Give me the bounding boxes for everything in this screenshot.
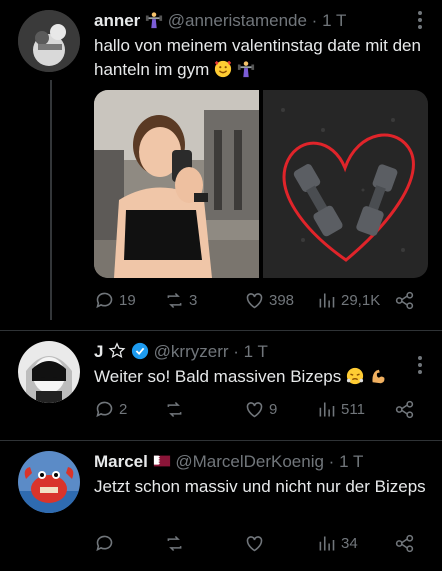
timestamp[interactable]: 1 T — [244, 342, 268, 361]
star-outline-icon — [108, 342, 131, 361]
weightlifter-emoji-icon — [145, 11, 168, 30]
views-count: 511 — [341, 401, 365, 418]
like-button[interactable]: 398 — [244, 290, 294, 311]
share-button[interactable] — [394, 533, 419, 554]
dumbbells-heart-image[interactable] — [263, 90, 428, 278]
gym-selfie-image[interactable] — [94, 90, 259, 278]
like-button[interactable]: 9 — [244, 399, 277, 420]
reply-button[interactable] — [94, 533, 119, 554]
timestamp[interactable]: 1 T — [322, 11, 346, 30]
share-icon — [395, 400, 414, 419]
like-button[interactable] — [244, 533, 269, 554]
avatar-j[interactable] — [18, 341, 80, 403]
separator-dot: · — [311, 11, 318, 30]
author-handle[interactable]: @MarcelDerKoenig — [175, 452, 324, 471]
avatar-marcel[interactable] — [18, 451, 80, 513]
share-icon — [395, 534, 414, 553]
retweet-button[interactable]: 3 — [164, 290, 197, 311]
tweet-text: Jetzt schon massiv und nicht nur der Biz… — [94, 477, 426, 496]
flexed-biceps-emoji-icon — [369, 367, 387, 386]
author-name[interactable]: anner — [94, 11, 140, 30]
retweet-icon — [167, 292, 182, 309]
flag-qatar-icon — [153, 452, 176, 471]
weightlifter-emoji-icon — [237, 60, 255, 79]
author-handle[interactable]: @krryzerr — [154, 342, 229, 361]
heart-icon — [246, 402, 263, 418]
views-button[interactable]: 29,1K — [316, 290, 380, 311]
reply-icon — [96, 292, 113, 309]
views-count: 29,1K — [341, 292, 381, 309]
separator-dot: · — [233, 342, 239, 361]
separator-dot: · — [328, 452, 335, 471]
more-options-icon[interactable] — [418, 8, 424, 32]
reply-button[interactable]: 2 — [94, 399, 127, 420]
heart-icon — [246, 536, 263, 552]
retweet-button[interactable] — [164, 533, 189, 554]
timestamp[interactable]: 1 T — [339, 452, 363, 471]
like-count: 9 — [269, 401, 278, 418]
retweet-button[interactable] — [164, 399, 189, 420]
tweet-text-body: Weiter so! Bald massiven Bizeps — [94, 367, 342, 386]
tweet-text: hallo von meinem valentinstag date mit d… — [94, 34, 428, 82]
views-button[interactable]: 511 — [316, 399, 365, 420]
reply-icon — [96, 535, 113, 552]
smiling-face-with-hearts-emoji-icon — [214, 60, 237, 79]
share-button[interactable] — [394, 290, 419, 311]
avatar-anner[interactable] — [18, 10, 80, 72]
tweet-text-body: hallo von meinem valentinstag date mit d… — [94, 36, 421, 79]
verified-badge-icon[interactable] — [131, 342, 154, 361]
reply-count: 19 — [119, 292, 136, 309]
reply-count: 2 — [119, 401, 128, 418]
face-with-steam-emoji-icon — [346, 367, 369, 386]
author-handle[interactable]: @anneristamende — [168, 11, 307, 30]
views-icon — [319, 402, 335, 417]
author-name[interactable]: J — [94, 342, 103, 361]
share-icon — [395, 291, 414, 310]
retweet-icon — [167, 535, 182, 552]
views-count: 34 — [341, 535, 358, 552]
views-button[interactable]: 34 — [316, 533, 358, 554]
like-count: 398 — [269, 292, 295, 309]
reply-button[interactable]: 19 — [94, 290, 136, 311]
more-options-icon[interactable] — [418, 353, 424, 377]
heart-icon — [246, 293, 263, 309]
tweet-reply-2[interactable]: Marcel @MarcelDerKoenig · 1 T Jetzt scho… — [0, 441, 442, 571]
share-button[interactable] — [394, 399, 419, 420]
tweet-text: Weiter so! Bald massiven Bizeps — [94, 365, 428, 389]
retweet-count: 3 — [189, 292, 198, 309]
reply-icon — [96, 401, 113, 418]
views-icon — [319, 293, 335, 308]
tweet-reply-1[interactable]: J @krryzerr · 1 T Weiter so! Bald massiv… — [0, 331, 442, 441]
tweet-media[interactable] — [94, 90, 428, 278]
tweet-main[interactable]: anner @anneristamende · 1 T hallo von me… — [0, 0, 442, 330]
views-icon — [319, 536, 335, 551]
author-name[interactable]: Marcel — [94, 452, 148, 471]
retweet-icon — [167, 401, 182, 418]
